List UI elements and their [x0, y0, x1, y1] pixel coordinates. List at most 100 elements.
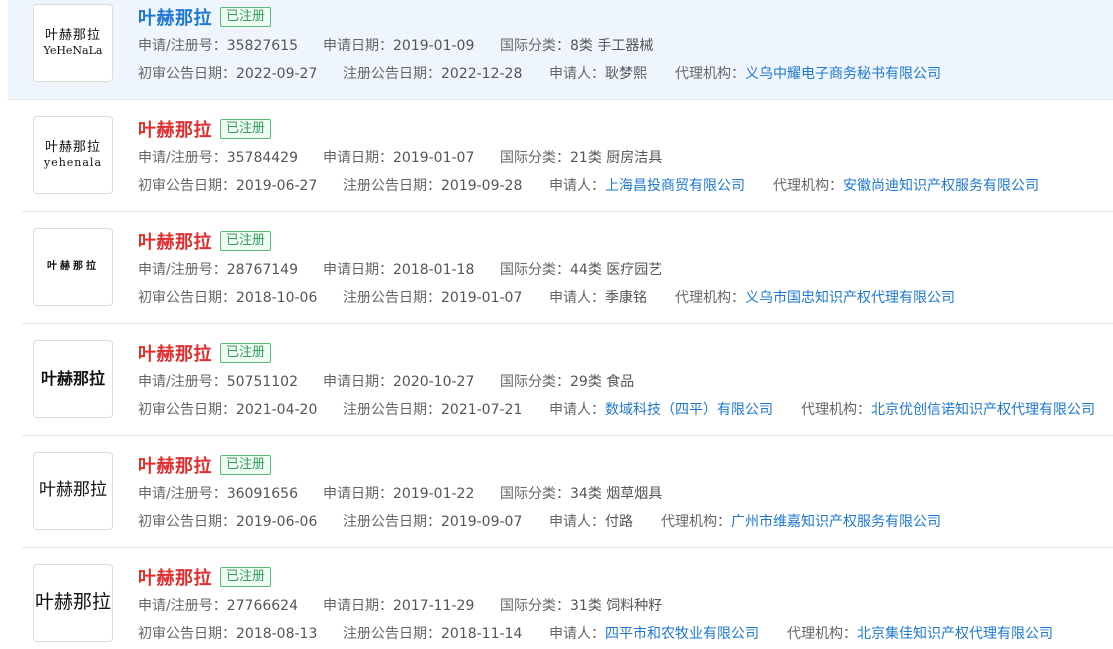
trademark-logo-image[interactable]: 叶赫那拉 [33, 340, 113, 418]
applicant-value: 付路 [605, 514, 633, 530]
applicant-label: 申请人： [549, 626, 605, 642]
trademark-title-link[interactable]: 叶赫那拉 [138, 228, 212, 254]
trademark-result-item[interactable]: 叶赫那拉 叶赫那拉 已注册 申请/注册号：50751102 申请日期：2020-… [22, 324, 1113, 436]
trademark-result-item[interactable]: 叶赫那拉 yehenala 叶赫那拉 已注册 申请/注册号：35784429 申… [22, 112, 1113, 212]
reg-no-value: 28767149 [226, 262, 298, 278]
trademark-title-link[interactable]: 叶赫那拉 [138, 116, 212, 142]
reg-date-label: 注册公告日期： [343, 514, 441, 530]
trademark-logo-image[interactable]: 叶赫那拉 yehenala [33, 116, 113, 194]
prelim-date-label: 初审公告日期： [138, 402, 236, 418]
logo-cn-text: 叶赫那拉 [44, 27, 101, 43]
agent-label: 代理机构： [675, 290, 745, 306]
trademark-logo-image[interactable]: 叶赫那拉 [33, 564, 113, 642]
agent-link[interactable]: 北京优创信诺知识产权代理有限公司 [871, 402, 1095, 418]
logo-cn-text: 叶赫那拉 [44, 139, 101, 155]
reg-no-label: 申请/注册号： [138, 150, 227, 166]
trademark-result-list: 叶赫那拉 YeHeNaLa 叶赫那拉 已注册 申请/注册号：35827615 申… [0, 0, 1113, 649]
intl-class-value: 8类 手工器械 [570, 38, 654, 54]
status-badge: 已注册 [220, 343, 272, 363]
agent-link[interactable]: 义乌市国忠知识产权代理有限公司 [745, 290, 955, 306]
applicant-label: 申请人： [549, 514, 605, 530]
reg-no-value: 50751102 [226, 374, 298, 390]
trademark-title-link[interactable]: 叶赫那拉 [138, 452, 212, 478]
prelim-date-value: 2018-10-06 [236, 290, 318, 306]
agent-link[interactable]: 广州市维嘉知识产权服务有限公司 [731, 514, 941, 530]
prelim-date-value: 2021-04-20 [236, 402, 318, 418]
reg-date-value: 2019-09-28 [441, 178, 523, 194]
trademark-result-item[interactable]: 叶赫那拉 YeHeNaLa 叶赫那拉 已注册 申请/注册号：35827615 申… [8, 0, 1113, 100]
status-badge: 已注册 [220, 7, 272, 27]
reg-no-label: 申请/注册号： [138, 486, 227, 502]
prelim-date-value: 2019-06-06 [236, 514, 318, 530]
agent-label: 代理机构： [773, 178, 843, 194]
apply-date-label: 申请日期： [323, 150, 393, 166]
trademark-result-item[interactable]: 叶赫那拉 叶赫那拉 已注册 申请/注册号：27766624 申请日期：2017-… [22, 548, 1113, 649]
reg-date-value: 2021-07-21 [441, 402, 523, 418]
reg-no-label: 申请/注册号： [138, 598, 227, 614]
trademark-result-item[interactable]: 叶赫那拉 叶赫那拉 已注册 申请/注册号：28767149 申请日期：2018-… [22, 212, 1113, 324]
apply-date-value: 2019-01-22 [393, 486, 475, 502]
applicant-link[interactable]: 上海昌投商贸有限公司 [605, 178, 745, 194]
agent-link[interactable]: 安徽尚迪知识产权服务有限公司 [843, 178, 1039, 194]
reg-date-label: 注册公告日期： [343, 402, 441, 418]
applicant-label: 申请人： [549, 66, 605, 82]
status-badge: 已注册 [220, 231, 272, 251]
apply-date-label: 申请日期： [323, 38, 393, 54]
logo-cn-text: 叶赫那拉 [34, 591, 111, 614]
reg-date-value: 2019-09-07 [441, 514, 523, 530]
logo-en-text: yehenala [43, 155, 103, 169]
trademark-title-link[interactable]: 叶赫那拉 [138, 340, 212, 366]
reg-date-label: 注册公告日期： [343, 290, 441, 306]
trademark-title-link[interactable]: 叶赫那拉 [138, 4, 212, 30]
prelim-date-label: 初审公告日期： [138, 178, 236, 194]
agent-label: 代理机构： [661, 514, 731, 530]
intl-class-value: 44类 医疗园艺 [570, 262, 663, 278]
applicant-link[interactable]: 四平市和农牧业有限公司 [605, 626, 759, 642]
trademark-result-item[interactable]: 叶赫那拉 叶赫那拉 已注册 申请/注册号：36091656 申请日期：2019-… [22, 436, 1113, 548]
agent-link[interactable]: 义乌中耀电子商务秘书有限公司 [745, 66, 941, 82]
apply-date-value: 2019-01-07 [393, 150, 475, 166]
apply-date-value: 2019-01-09 [393, 38, 475, 54]
intl-class-value: 21类 厨房洁具 [570, 150, 663, 166]
intl-class-label: 国际分类： [500, 486, 570, 502]
prelim-date-label: 初审公告日期： [138, 290, 236, 306]
reg-no-value: 35784429 [226, 150, 298, 166]
agent-label: 代理机构： [801, 402, 871, 418]
applicant-label: 申请人： [549, 290, 605, 306]
reg-date-value: 2022-12-28 [441, 66, 523, 82]
apply-date-value: 2020-10-27 [393, 374, 475, 390]
apply-date-label: 申请日期： [323, 262, 393, 278]
intl-class-label: 国际分类： [500, 150, 570, 166]
trademark-logo-image[interactable]: 叶赫那拉 [33, 452, 113, 530]
agent-link[interactable]: 北京集佳知识产权代理有限公司 [857, 626, 1053, 642]
trademark-logo-image[interactable]: 叶赫那拉 YeHeNaLa [33, 4, 113, 82]
applicant-value: 季康铭 [605, 290, 647, 306]
prelim-date-label: 初审公告日期： [138, 626, 236, 642]
reg-date-value: 2019-01-07 [441, 290, 523, 306]
prelim-date-value: 2018-08-13 [236, 626, 318, 642]
status-badge: 已注册 [220, 455, 272, 475]
apply-date-value: 2017-11-29 [393, 598, 475, 614]
prelim-date-value: 2019-06-27 [236, 178, 318, 194]
trademark-title-link[interactable]: 叶赫那拉 [138, 564, 212, 590]
applicant-link[interactable]: 数域科技（四平）有限公司 [605, 402, 773, 418]
status-badge: 已注册 [220, 567, 272, 587]
intl-class-value: 34类 烟草烟具 [570, 486, 663, 502]
logo-cn-text: 叶赫那拉 [47, 261, 99, 273]
reg-no-label: 申请/注册号： [138, 262, 227, 278]
reg-no-label: 申请/注册号： [138, 38, 227, 54]
reg-date-label: 注册公告日期： [343, 178, 441, 194]
agent-label: 代理机构： [675, 66, 745, 82]
intl-class-value: 31类 饲料种籽 [570, 598, 663, 614]
reg-date-value: 2018-11-14 [441, 626, 523, 642]
reg-no-label: 申请/注册号： [138, 374, 227, 390]
intl-class-label: 国际分类： [500, 374, 570, 390]
reg-date-label: 注册公告日期： [343, 66, 441, 82]
logo-en-text: YeHeNaLa [43, 43, 103, 57]
apply-date-value: 2018-01-18 [393, 262, 475, 278]
intl-class-value: 29类 食品 [570, 374, 635, 390]
prelim-date-value: 2022-09-27 [236, 66, 318, 82]
trademark-logo-image[interactable]: 叶赫那拉 [33, 228, 113, 306]
prelim-date-label: 初审公告日期： [138, 514, 236, 530]
apply-date-label: 申请日期： [323, 374, 393, 390]
